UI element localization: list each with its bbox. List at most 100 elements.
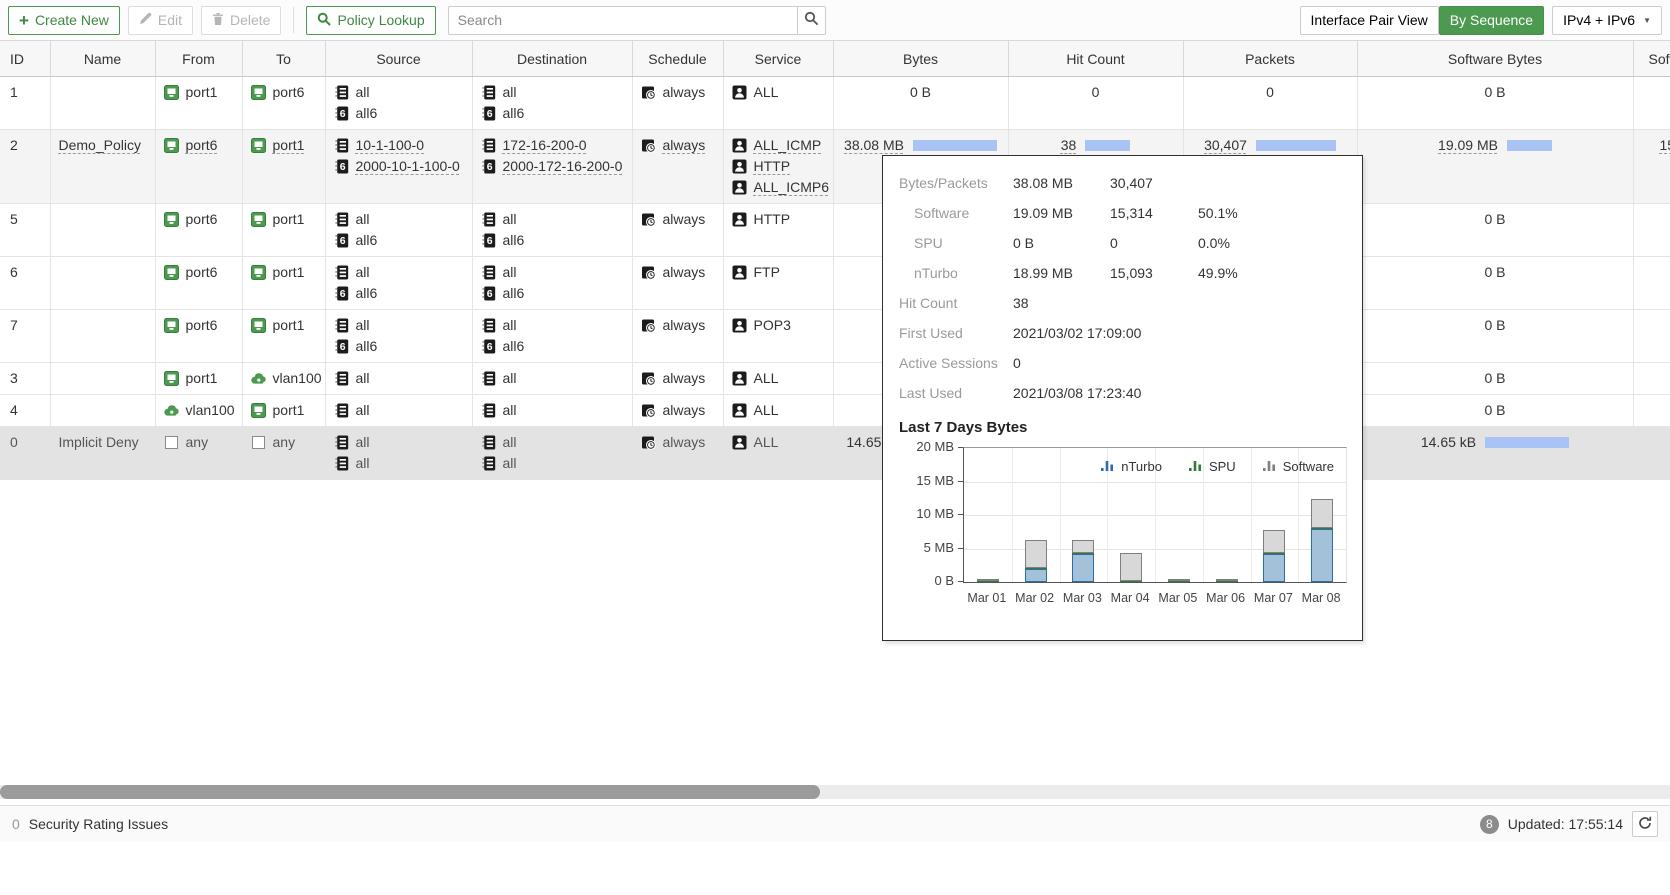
column-header-id[interactable]: ID [0, 41, 50, 77]
create-new-button[interactable]: + Create New [8, 6, 120, 35]
legend-item-software[interactable]: Software [1263, 459, 1334, 474]
policy-row-3[interactable]: 3port1vlan100allallalwaysALL0 B [0, 363, 1670, 395]
interface-pair-view-button[interactable]: Interface Pair View [1300, 6, 1439, 35]
address-label[interactable]: all6 [356, 230, 378, 251]
address-label[interactable]: all6 [503, 230, 525, 251]
column-header-software-packets[interactable]: Software Packets [1633, 41, 1670, 77]
address-label[interactable]: all [503, 209, 517, 230]
policy-row-7[interactable]: 7port6port1all6all6all6all6alwaysPOP30 B [0, 310, 1670, 363]
policy-row-1[interactable]: 1port1port6all6all6all6all6alwaysALL0 B0… [0, 77, 1670, 130]
service-label[interactable]: ALL [754, 368, 779, 389]
column-header-packets[interactable]: Packets [1183, 41, 1357, 77]
address-label[interactable]: all [503, 432, 517, 453]
interface-label[interactable]: port1 [273, 262, 305, 283]
address-label[interactable]: all6 [503, 283, 525, 304]
issues-label[interactable]: Security Rating Issues [29, 816, 168, 832]
interface-label[interactable]: port6 [186, 209, 218, 230]
address-label[interactable]: all [356, 432, 370, 453]
schedule-label[interactable]: always [663, 209, 706, 230]
interface-label[interactable]: any [186, 432, 209, 453]
refresh-button[interactable] [1632, 811, 1658, 837]
policy-row-5[interactable]: 5port6port1all6all6all6all6alwaysHTTP0 B [0, 204, 1670, 257]
interface-label[interactable]: vlan100 [186, 400, 235, 421]
column-header-software-bytes[interactable]: Software Bytes [1357, 41, 1633, 77]
interface-label[interactable]: port6 [186, 315, 218, 336]
address-label[interactable]: 172-16-200-0 [503, 135, 587, 156]
service-label[interactable]: ALL [754, 432, 779, 453]
address-label[interactable]: all [356, 262, 370, 283]
schedule-label[interactable]: always [663, 82, 706, 103]
service-label[interactable]: ALL [754, 82, 779, 103]
address-label[interactable]: all [503, 262, 517, 283]
scrollbar-thumb[interactable] [0, 785, 820, 799]
search-submit-button[interactable] [798, 6, 826, 35]
address-label[interactable]: all [356, 82, 370, 103]
schedule-label[interactable]: always [663, 135, 706, 156]
column-header-bytes[interactable]: Bytes [833, 41, 1008, 77]
interface-label[interactable]: port1 [273, 209, 305, 230]
service-label[interactable]: POP3 [754, 315, 791, 336]
policy-row-6[interactable]: 6port6port1all6all6all6all6alwaysFTP0 B [0, 257, 1670, 310]
address-label[interactable]: all [503, 82, 517, 103]
interface-label[interactable]: port1 [273, 135, 305, 156]
column-header-schedule[interactable]: Schedule [632, 41, 723, 77]
legend-item-spu[interactable]: SPU [1189, 459, 1236, 474]
service-label[interactable]: ALL_ICMP6 [754, 177, 829, 198]
edit-button[interactable]: Edit [128, 6, 193, 35]
address-label[interactable]: all [356, 453, 370, 474]
horizontal-scrollbar[interactable] [0, 785, 1670, 799]
policy-name[interactable]: Demo_Policy [59, 137, 141, 153]
address-label[interactable]: all6 [503, 336, 525, 357]
interface-label[interactable]: port1 [273, 400, 305, 421]
policy-row-4[interactable]: 4vlan100port1allallalwaysALL0 B [0, 395, 1670, 427]
legend-item-nturbo[interactable]: nTurbo [1101, 459, 1162, 474]
search-input[interactable] [448, 6, 798, 35]
column-header-to[interactable]: To [242, 41, 325, 77]
column-header-source[interactable]: Source [325, 41, 472, 77]
interface-label[interactable]: any [273, 432, 296, 453]
address-label[interactable]: all6 [356, 103, 378, 124]
interface-label[interactable]: port1 [186, 368, 218, 389]
policy-row-2[interactable]: 2Demo_Policyport6port110-1-100-062000-10… [0, 130, 1670, 204]
address-label[interactable]: all [356, 368, 370, 389]
schedule-label[interactable]: always [663, 432, 706, 453]
by-sequence-button[interactable]: By Sequence [1439, 6, 1544, 35]
interface-label[interactable]: vlan100 [273, 368, 322, 389]
address-label[interactable]: all [503, 453, 517, 474]
policy-row-0[interactable]: 0Implicit DenyanyanyallallallallalwaysAL… [0, 427, 1670, 480]
schedule-label[interactable]: always [663, 262, 706, 283]
column-header-service[interactable]: Service [723, 41, 833, 77]
address-label[interactable]: 2000-10-1-100-0 [356, 156, 460, 177]
policy-name[interactable]: Implicit Deny [59, 434, 139, 450]
interface-label[interactable]: port1 [273, 315, 305, 336]
address-label[interactable]: 10-1-100-0 [356, 135, 425, 156]
delete-button[interactable]: Delete [201, 6, 281, 35]
policy-lookup-button[interactable]: Policy Lookup [306, 6, 435, 35]
column-header-name[interactable]: Name [50, 41, 155, 77]
service-label[interactable]: HTTP [754, 156, 791, 177]
schedule-label[interactable]: always [663, 400, 706, 421]
interface-label[interactable]: port6 [186, 135, 218, 156]
address-label[interactable]: all6 [503, 103, 525, 124]
address-label[interactable]: all6 [356, 283, 378, 304]
column-header-hit-count[interactable]: Hit Count [1008, 41, 1183, 77]
address-label[interactable]: 2000-172-16-200-0 [503, 156, 623, 177]
address-label[interactable]: all [356, 315, 370, 336]
address-label[interactable]: all [356, 209, 370, 230]
notification-badge[interactable]: 8 [1480, 815, 1499, 834]
ip-version-dropdown[interactable]: IPv4 + IPv6 ▼ [1552, 6, 1662, 35]
schedule-label[interactable]: always [663, 368, 706, 389]
address-label[interactable]: all [503, 368, 517, 389]
interface-label[interactable]: port1 [186, 82, 218, 103]
service-label[interactable]: ALL [754, 400, 779, 421]
address-label[interactable]: all6 [356, 336, 378, 357]
service-label[interactable]: FTP [754, 262, 780, 283]
address-label[interactable]: all [503, 315, 517, 336]
address-label[interactable]: all [356, 400, 370, 421]
interface-label[interactable]: port6 [186, 262, 218, 283]
address-label[interactable]: all [503, 400, 517, 421]
service-label[interactable]: HTTP [754, 209, 791, 230]
service-label[interactable]: ALL_ICMP [754, 135, 822, 156]
interface-label[interactable]: port6 [273, 82, 305, 103]
schedule-label[interactable]: always [663, 315, 706, 336]
